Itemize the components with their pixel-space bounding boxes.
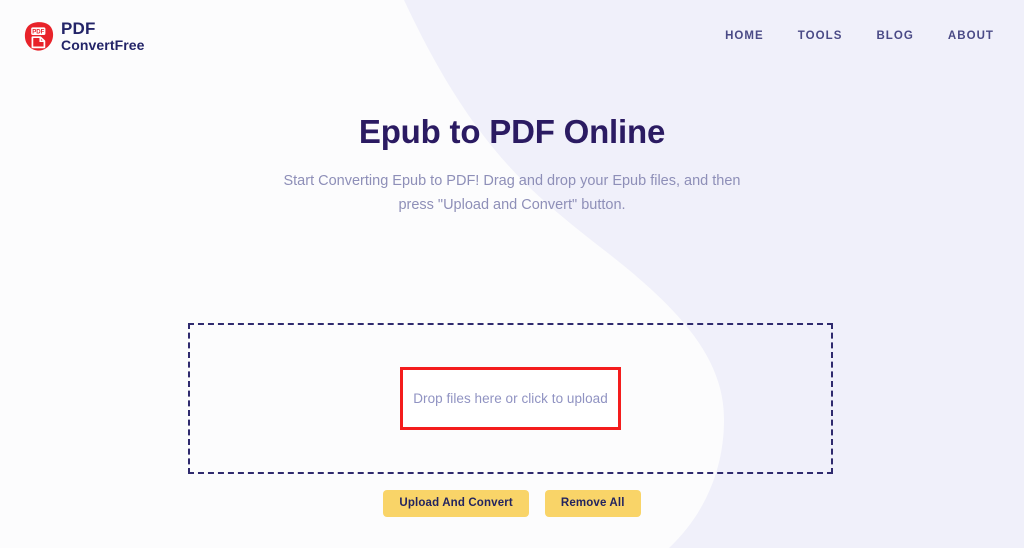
svg-text:PDF: PDF (32, 28, 44, 35)
nav-item-tools[interactable]: TOOLS (798, 30, 843, 42)
brand-line-2: ConvertFree (61, 36, 145, 53)
dropzone-highlight-box[interactable]: Drop files here or click to upload (400, 367, 621, 430)
dropzone-label: Drop files here or click to upload (413, 391, 608, 406)
upload-and-convert-button[interactable]: Upload And Convert (383, 490, 529, 517)
page-root: PDF PDF ConvertFree HOME TOOLS BLOG ABOU… (0, 0, 1024, 548)
hero-section: Epub to PDF Online Start Converting Epub… (0, 112, 1024, 218)
site-header: PDF PDF ConvertFree HOME TOOLS BLOG ABOU… (0, 0, 1024, 72)
action-button-group: Upload And Convert Remove All (0, 490, 1024, 517)
brand-logo[interactable]: PDF PDF ConvertFree (24, 20, 145, 52)
brand-wordmark: PDF ConvertFree (61, 20, 145, 52)
page-title: Epub to PDF Online (358, 113, 666, 150)
file-dropzone[interactable]: Drop files here or click to upload (188, 323, 833, 474)
brand-line-1: PDF (61, 19, 96, 39)
nav-item-about[interactable]: ABOUT (948, 30, 994, 42)
remove-all-button[interactable]: Remove All (544, 490, 641, 517)
nav-item-home[interactable]: HOME (725, 30, 764, 42)
main-navigation: HOME TOOLS BLOG ABOUT (725, 30, 994, 42)
page-subtitle: Start Converting Epub to PDF! Drag and d… (283, 173, 741, 213)
nav-item-blog[interactable]: BLOG (876, 30, 913, 42)
pdf-document-icon: PDF (24, 21, 54, 51)
